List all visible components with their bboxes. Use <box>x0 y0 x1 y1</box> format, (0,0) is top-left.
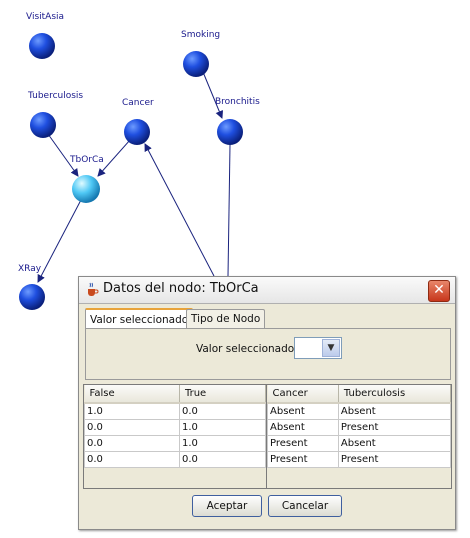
tab-tipo-de-nodo[interactable]: Tipo de Nodo <box>186 309 266 328</box>
dialog-title: Datos del nodo: TbOrCa <box>103 281 259 296</box>
table-cell[interactable]: Absent <box>337 435 451 452</box>
table-cell[interactable]: Present <box>337 451 451 468</box>
table-row[interactable]: 0.0 1.0 <box>84 419 266 436</box>
node-label-tborca: TbOrCa <box>70 155 104 165</box>
node-tuberculosis[interactable] <box>30 112 56 138</box>
table-row[interactable]: Present Absent <box>267 435 451 452</box>
node-label-xray: XRay <box>18 264 42 274</box>
table-cell[interactable]: 0.0 <box>84 435 180 452</box>
table-cell[interactable]: 0.0 <box>84 451 180 468</box>
tab-valor-seleccionado[interactable]: Valor seleccionado <box>85 308 194 330</box>
table-row[interactable]: 0.0 1.0 <box>84 435 266 452</box>
table-cell[interactable]: 1.0 <box>84 402 180 420</box>
table-cell[interactable]: Present <box>267 435 339 452</box>
dialog-titlebar[interactable]: Datos del nodo: TbOrCa ✕ <box>79 277 455 304</box>
node-label-tuberculosis: Tuberculosis <box>28 91 84 101</box>
column-header-tuberculosis[interactable]: Tuberculosis <box>338 385 451 404</box>
table-cell[interactable]: Absent <box>267 419 339 436</box>
node-smoking[interactable] <box>183 51 209 77</box>
table-row[interactable]: Absent Present <box>267 419 451 436</box>
table-row[interactable]: Present Present <box>267 451 451 468</box>
node-label-cancer: Cancer <box>122 98 154 108</box>
node-tborca[interactable] <box>72 175 100 203</box>
node-visitasia[interactable] <box>29 33 55 59</box>
table-row[interactable]: Absent Absent <box>267 402 451 420</box>
table-cell[interactable]: Absent <box>267 402 339 420</box>
selected-value-label: Valor seleccionado <box>196 343 295 355</box>
tab-panel: Valor seleccionado ▼ <box>85 328 451 380</box>
selected-value-dropdown[interactable]: ▼ <box>294 337 342 359</box>
edge-tborca-xray <box>37 197 83 283</box>
node-bronchitis[interactable] <box>217 119 243 145</box>
chevron-down-icon[interactable]: ▼ <box>322 339 340 357</box>
accept-button[interactable]: Aceptar <box>192 495 262 517</box>
column-header-true[interactable]: True <box>179 385 266 404</box>
table-cell[interactable]: 0.0 <box>178 451 266 468</box>
cancel-button[interactable]: Cancelar <box>268 495 342 517</box>
column-header-cancer[interactable]: Cancer <box>267 385 339 404</box>
node-data-dialog: Datos del nodo: TbOrCa ✕ Valor seleccion… <box>78 276 456 530</box>
tab-label: Valor seleccionado <box>90 314 189 326</box>
tab-label: Tipo de Nodo <box>191 313 261 325</box>
table-cell[interactable]: Absent <box>337 402 451 420</box>
table-row[interactable]: 1.0 0.0 <box>84 402 266 420</box>
table-cell[interactable]: 1.0 <box>178 419 266 436</box>
java-cup-icon <box>88 282 99 296</box>
node-label-smoking: Smoking <box>181 30 221 40</box>
probability-table: False True 1.0 0.0 0.0 1.0 0.0 1.0 0.0 0… <box>83 384 267 489</box>
table-cell[interactable]: 1.0 <box>178 435 266 452</box>
node-cancer[interactable] <box>124 119 150 145</box>
table-cell[interactable]: Present <box>337 419 451 436</box>
table-cell[interactable]: 0.0 <box>178 402 266 420</box>
table-cell[interactable]: 0.0 <box>84 419 180 436</box>
table-row[interactable]: 0.0 0.0 <box>84 451 266 468</box>
edge-smoking-bronchitis <box>202 71 224 119</box>
parent-states-table: Cancer Tuberculosis Absent Absent Absent… <box>266 384 452 489</box>
close-button[interactable]: ✕ <box>428 280 450 302</box>
node-xray[interactable] <box>19 284 45 310</box>
table-cell[interactable]: Present <box>267 451 339 468</box>
edge-bronchitis-dyspnea <box>227 144 231 277</box>
node-label-bronchitis: Bronchitis <box>215 97 260 107</box>
node-label-visitasia: VisitAsia <box>26 12 65 22</box>
edge-tborca-dyspnea <box>144 143 215 277</box>
column-header-false[interactable]: False <box>84 385 180 404</box>
close-icon: ✕ <box>433 282 445 298</box>
